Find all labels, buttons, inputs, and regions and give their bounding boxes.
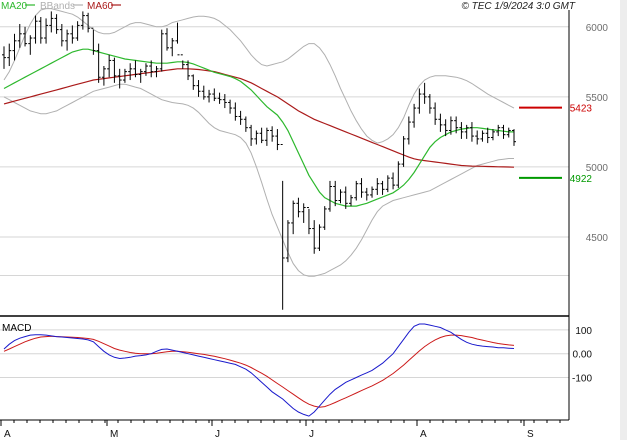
bbands-legend-label: BBands — [40, 1, 75, 12]
macd-tick-label: 0.00 — [573, 350, 593, 361]
macd-panel: 100 0.00 -100 MACD — [0, 323, 592, 417]
time-axis: AMJJAS — [0, 420, 561, 440]
price-tick-label: 6000 — [586, 23, 609, 34]
stock-chart: 4500500055006000 54234922 MA20 BBands MA… — [0, 0, 627, 440]
macd-panel-title: MACD — [2, 323, 31, 334]
ma60-legend-label: MA60 — [87, 1, 114, 12]
price-tick-label: 4500 — [586, 233, 609, 244]
macd-gridlines — [0, 329, 569, 379]
macd-signal-line — [3, 334, 515, 408]
price-axis-ticks: 4500 5000 5500 6000 — [586, 23, 609, 244]
time-tick-label: A — [420, 429, 427, 440]
support-level-label: 4922 — [570, 174, 593, 185]
resistance-level-label: 5423 — [570, 104, 593, 115]
macd-tick-label: -100 — [572, 374, 592, 385]
ma20-legend-label: MA20 — [1, 1, 28, 12]
right-scroll-edge — [620, 0, 627, 440]
time-tick-label: A — [4, 429, 11, 440]
price-panel: 4500 5000 5500 6000 5423 4922 — [0, 8, 609, 314]
macd-axis-ticks: 100 0.00 -100 — [572, 326, 592, 385]
price-plot-frame — [0, 10, 569, 314]
time-tick-label: M — [110, 429, 118, 440]
time-tick-label: S — [527, 429, 534, 440]
price-tick-label: 5500 — [586, 93, 609, 104]
time-tick-label: J — [215, 429, 220, 440]
time-tick-label: J — [309, 429, 314, 440]
macd-tick-label: 100 — [575, 326, 592, 337]
source-stamp: © TEC 1/9/2024 3:0 GMT — [461, 1, 575, 12]
price-tick-label: 5000 — [586, 163, 609, 174]
